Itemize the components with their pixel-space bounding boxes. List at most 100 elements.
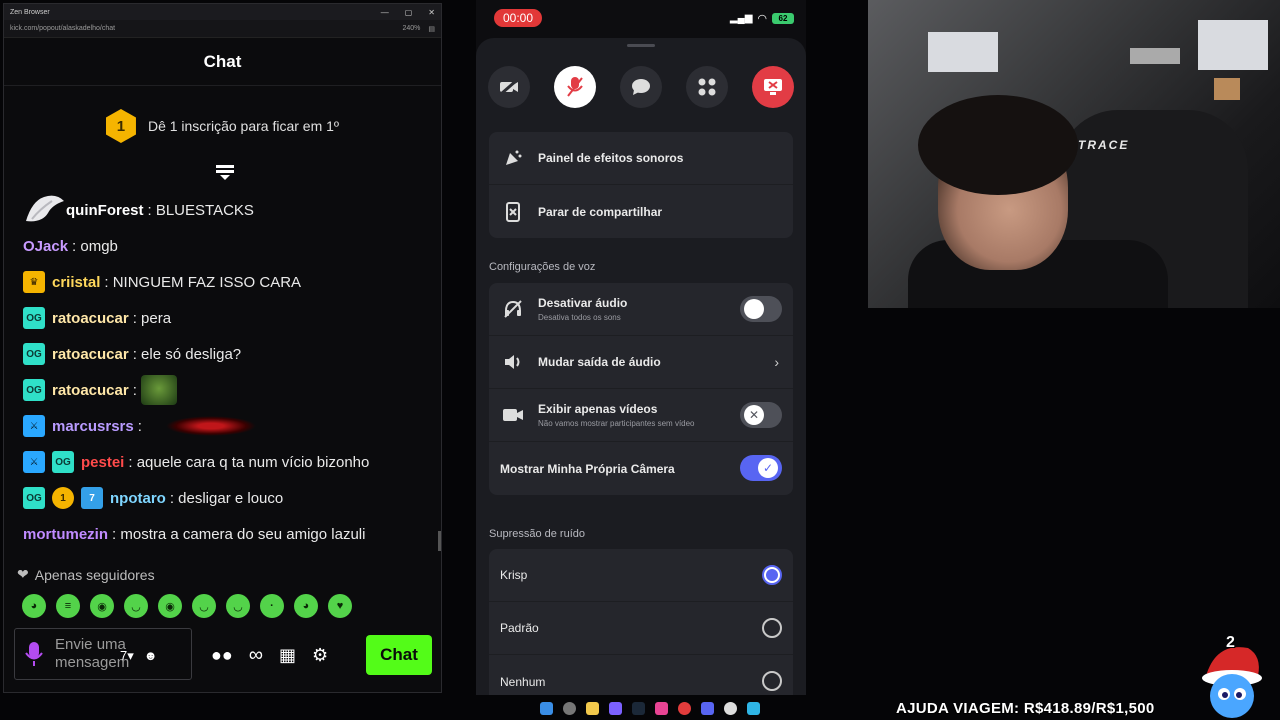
og-badge-icon[interactable]: OG xyxy=(23,487,45,509)
crown-badge-icon[interactable]: ♛ xyxy=(23,271,45,293)
zoom-level[interactable]: 240% xyxy=(402,25,420,32)
wall-poster xyxy=(1198,20,1268,70)
chat-message: OG ratoacucar: pera xyxy=(4,300,441,336)
chat-username[interactable]: ratoacucar xyxy=(52,346,129,363)
emote-icon[interactable]: ◉ xyxy=(158,594,182,618)
video-only-toggle[interactable]: ✕ xyxy=(740,402,782,428)
windows-start-icon[interactable] xyxy=(540,701,553,715)
microphone-button[interactable] xyxy=(554,66,596,108)
chat-username[interactable]: mortumezin xyxy=(23,526,108,543)
maximize-icon[interactable]: ▢ xyxy=(405,8,413,17)
seven-badge-icon[interactable]: 7 xyxy=(81,487,103,509)
gift-badge-icon[interactable]: 1 xyxy=(52,487,74,509)
windows-taskbar xyxy=(540,699,760,717)
infinity-label[interactable]: ∞ xyxy=(249,644,263,667)
app-icon[interactable] xyxy=(655,701,668,715)
chat-username[interactable]: pestei xyxy=(81,454,124,471)
video-camera-icon xyxy=(500,405,526,425)
emote-icon[interactable]: · xyxy=(260,594,284,618)
emote-icon[interactable]: ◡ xyxy=(226,594,250,618)
chat-username[interactable]: npotaro xyxy=(110,490,166,507)
pinned-message-icon[interactable] xyxy=(214,164,236,180)
microphone-icon xyxy=(567,77,583,97)
chat-username[interactable]: OJack xyxy=(23,238,68,255)
emote-image[interactable] xyxy=(140,375,177,405)
noise-suppression-title: Supressão de ruído xyxy=(489,528,586,540)
send-chat-button[interactable]: Chat xyxy=(366,635,432,675)
chat-username[interactable]: ratoacucar xyxy=(52,382,129,399)
chat-username[interactable]: quinForest xyxy=(66,202,144,219)
emote-icon[interactable]: ◕ xyxy=(22,594,46,618)
file-explorer-icon[interactable] xyxy=(586,701,599,715)
radio-unselected[interactable] xyxy=(762,671,782,691)
app-icon[interactable] xyxy=(747,701,760,715)
og-badge-icon[interactable]: OG xyxy=(23,307,45,329)
show-own-camera-row[interactable]: Mostrar Minha Própria Câmera ✓ xyxy=(489,442,793,495)
audio-output-row[interactable]: Mudar saída de áudio › xyxy=(489,336,793,389)
signal-icon: ▂▄▆ xyxy=(729,13,753,24)
speaker-icon xyxy=(500,352,526,372)
emote-icon[interactable]: ◕ xyxy=(294,594,318,618)
browser-icon[interactable] xyxy=(724,701,737,715)
emote-image[interactable] xyxy=(165,416,256,436)
kick-points-icon[interactable]: ●● xyxy=(211,645,233,666)
url-text[interactable]: kick.com/popout/alaskadelho/chat xyxy=(10,25,115,32)
mod-badge-icon[interactable]: ⚔ xyxy=(23,415,45,437)
show-own-camera-toggle[interactable]: ✓ xyxy=(740,455,782,481)
activities-button[interactable] xyxy=(686,66,728,108)
chat-username[interactable]: criistal xyxy=(52,274,100,291)
followers-only-notice: ❤ Apenas seguidores xyxy=(17,566,155,583)
url-bar[interactable]: kick.com/popout/alaskadelho/chat 240% ▤ xyxy=(4,20,441,38)
close-icon[interactable]: ✕ xyxy=(428,8,435,17)
chat-bubble-button[interactable] xyxy=(620,66,662,108)
soundboard-row[interactable]: Painel de efeitos sonoros xyxy=(489,132,793,185)
noise-option-krisp[interactable]: Krisp xyxy=(489,549,793,602)
app-icon[interactable] xyxy=(609,701,622,715)
phone-screen: 00:00 ▂▄▆ ◠ 62 Painel de efeitos sonoros… xyxy=(476,0,806,695)
og-badge-icon[interactable]: OG xyxy=(52,451,74,473)
minimize-icon[interactable]: — xyxy=(381,8,389,17)
sub-leaderboard-banner[interactable]: 1 Dê 1 inscrição para ficar em 1º xyxy=(4,86,441,166)
chat-username[interactable]: ratoacucar xyxy=(52,310,129,327)
emoji-picker-icon[interactable]: ☻ xyxy=(144,648,158,664)
og-badge-icon[interactable]: OG xyxy=(23,379,45,401)
og-badge-icon[interactable]: OG xyxy=(23,343,45,365)
chat-username[interactable]: marcusrsrs xyxy=(52,418,134,435)
noise-option-none[interactable]: Nenhum xyxy=(489,655,793,695)
video-only-row[interactable]: Exibir apenas vídeos Não vamos mostrar p… xyxy=(489,389,793,442)
followers-only-label: Apenas seguidores xyxy=(34,566,155,583)
stop-stream-button[interactable] xyxy=(752,66,794,108)
search-icon[interactable] xyxy=(563,701,576,715)
emote-icon[interactable]: ≡ xyxy=(56,594,80,618)
chat-browser-window: Zen Browser — ▢ ✕ kick.com/popout/alaska… xyxy=(3,3,442,693)
emote-icon[interactable]: ♥ xyxy=(328,594,352,618)
media-player-icon[interactable] xyxy=(678,701,691,715)
sub-banner-text: Dê 1 inscrição para ficar em 1º xyxy=(147,118,340,134)
radio-selected[interactable] xyxy=(762,565,782,585)
steam-icon[interactable] xyxy=(632,701,645,715)
mute-audio-toggle[interactable] xyxy=(740,296,782,322)
camera-off-button[interactable] xyxy=(488,66,530,108)
mod-badge-icon[interactable]: ⚔ xyxy=(23,451,45,473)
emote-icon[interactable]: ◡ xyxy=(124,594,148,618)
radio-unselected[interactable] xyxy=(762,618,782,638)
mute-audio-row[interactable]: Desativar áudio Desativa todos os sons xyxy=(489,283,793,336)
noise-option-standard[interactable]: Padrão xyxy=(489,602,793,655)
store-icon[interactable]: ▦ xyxy=(279,645,296,666)
discord-icon[interactable] xyxy=(701,701,714,715)
microphone-icon[interactable] xyxy=(23,640,45,668)
chat-scrollbar[interactable] xyxy=(438,531,441,551)
browser-title: Zen Browser xyxy=(10,8,50,16)
wall-shelf xyxy=(1130,48,1180,64)
chat-input[interactable]: Envie uma mensagem xyxy=(14,628,192,680)
call-toolbar xyxy=(488,66,794,108)
reader-icon[interactable]: ▤ xyxy=(428,25,435,33)
stop-sharing-row[interactable]: Parar de compartilhar xyxy=(489,185,793,238)
chat-message: OG ratoacucar: ele só desliga? xyxy=(4,336,441,372)
emote-icon[interactable]: ◉ xyxy=(90,594,114,618)
emote-icon[interactable]: ◡ xyxy=(192,594,216,618)
seven-tv-emote-icon[interactable]: 7▾ xyxy=(120,648,134,664)
settings-gear-icon[interactable]: ⚙ xyxy=(312,645,328,666)
chat-message: mortumezin: mostra a camera do seu amigo… xyxy=(4,516,441,552)
sheet-grab-handle[interactable] xyxy=(627,44,655,47)
